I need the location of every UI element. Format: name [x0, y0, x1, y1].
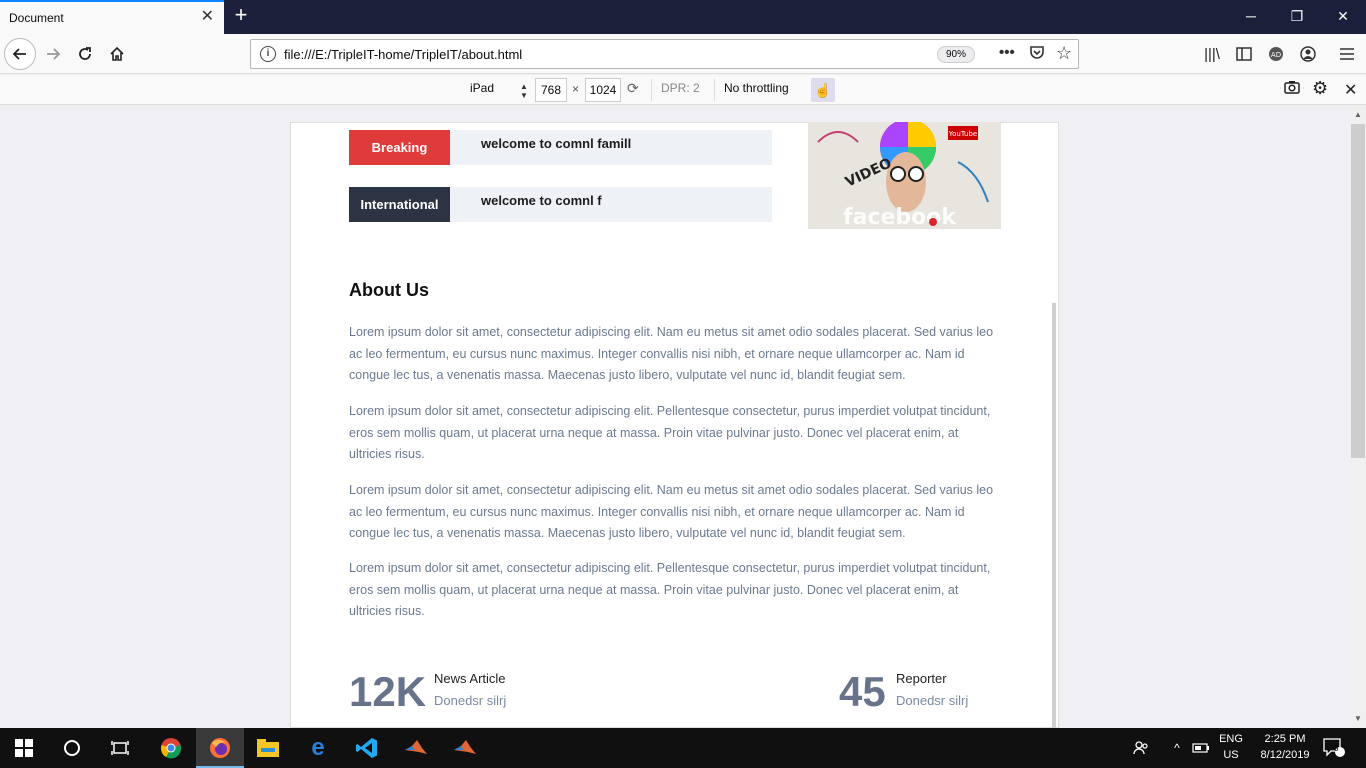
extension-icon[interactable]: AD — [1260, 38, 1292, 70]
back-button[interactable] — [4, 38, 36, 70]
news-headline[interactable]: welcome to comnl famill — [481, 136, 631, 151]
stat-number: 12K — [349, 668, 427, 715]
task-view-icon[interactable] — [106, 734, 134, 762]
news-headline[interactable]: welcome to comnl f — [481, 193, 602, 208]
people-icon[interactable] — [1127, 734, 1155, 762]
close-tab-icon[interactable]: ✕ — [201, 9, 214, 25]
news-tag-breaking: Breaking — [349, 130, 450, 165]
svg-text:YouTube: YouTube — [948, 130, 977, 138]
zoom-indicator[interactable]: 90% — [937, 46, 975, 63]
touch-simulation-icon[interactable]: ☝ — [811, 78, 835, 102]
collage-image: YouTube VIDEO facebook — [808, 122, 1001, 229]
home-icon — [110, 46, 124, 61]
notification-count: 3 — [1334, 744, 1339, 753]
minimize-button[interactable]: ─ — [1228, 0, 1274, 34]
close-window-button[interactable]: ✕ — [1320, 0, 1366, 34]
tab-title: Document — [9, 11, 64, 25]
new-tab-button[interactable]: + — [230, 4, 252, 28]
svg-text:AD: AD — [1271, 51, 1281, 59]
close-rdm-icon[interactable]: ✕ — [1344, 80, 1357, 100]
account-icon[interactable] — [1292, 38, 1324, 70]
url-bar[interactable]: i file:///E:/TripleIT-home/TripleIT/abou… — [250, 39, 1079, 69]
language-region[interactable]: US — [1216, 749, 1246, 761]
device-selector[interactable]: iPad — [470, 81, 494, 95]
responsive-design-toolbar: iPad ▲ ▼ 768 × 1024 ⟳ DPR: 2 No throttlin… — [0, 75, 1366, 105]
stat-label: Reporter — [896, 671, 947, 686]
language-indicator[interactable]: ENG — [1216, 733, 1246, 745]
scroll-down-icon[interactable]: ▼ — [1354, 714, 1362, 723]
news-ticker-international[interactable]: International welcome to comnl f — [349, 187, 772, 222]
edge-icon[interactable]: e — [304, 734, 332, 762]
page-actions-icon[interactable]: ••• — [999, 44, 1015, 61]
viewport-width-input[interactable]: 768 — [535, 78, 567, 102]
title-bar: Document ✕ + ─ ❐ ✕ — [0, 0, 1366, 34]
windows-taskbar: e ^ ENG US 2:25 PM 8/12/2019 3 — [0, 728, 1366, 768]
back-arrow-icon — [12, 48, 26, 60]
stat-label: News Article — [434, 671, 506, 686]
about-paragraph: Lorem ipsum dolor sit amet, consectetur … — [349, 404, 991, 461]
library-icon[interactable]: |||\ — [1196, 38, 1228, 70]
forward-button[interactable] — [37, 38, 69, 70]
news-ticker-breaking[interactable]: Breaking welcome to comnl famill — [349, 130, 772, 165]
sidebar-icon[interactable] — [1228, 38, 1260, 70]
battery-icon[interactable] — [1187, 734, 1215, 762]
about-paragraph: Lorem ipsum dolor sit amet, consectetur … — [349, 561, 991, 618]
chrome-icon[interactable] — [157, 734, 185, 762]
site-info-icon[interactable]: i — [260, 46, 276, 62]
about-title: About Us — [349, 280, 429, 300]
vscode-icon[interactable] — [353, 734, 381, 762]
windows-start-icon[interactable] — [10, 734, 38, 762]
url-text[interactable]: file:///E:/TripleIT-home/TripleIT/about.… — [284, 47, 522, 62]
stat-number: 45 — [839, 668, 886, 715]
screenshot-icon[interactable] — [1284, 80, 1300, 99]
throttling-selector[interactable]: No throttling — [724, 81, 789, 95]
menu-icon[interactable] — [1331, 38, 1363, 70]
about-paragraph: Lorem ipsum dolor sit amet, consectetur … — [349, 483, 994, 540]
browser-tab[interactable]: Document ✕ — [0, 0, 224, 34]
stat-subtitle: Donedsr silrj — [896, 693, 969, 708]
firefox-icon[interactable] — [206, 734, 234, 762]
separator — [651, 79, 652, 101]
viewport-height-input[interactable]: 1024 — [585, 78, 621, 102]
settings-gear-icon[interactable]: ⚙ — [1312, 78, 1328, 99]
home-button[interactable] — [101, 38, 133, 70]
separator — [714, 79, 715, 101]
matlab-icon[interactable] — [402, 734, 430, 762]
pocket-icon[interactable] — [1029, 44, 1045, 64]
device-chevron-icon: ▲ ▼ — [520, 82, 528, 100]
clock-time[interactable]: 2:25 PM — [1252, 733, 1318, 745]
page-scrollbar[interactable] — [1052, 303, 1056, 728]
about-paragraph: Lorem ipsum dolor sit amet, consectetur … — [349, 325, 994, 382]
reload-icon — [79, 47, 91, 60]
news-tag-international: International — [349, 187, 450, 222]
svg-text:facebook: facebook — [843, 205, 957, 229]
restore-button[interactable]: ❐ — [1274, 0, 1320, 34]
dimension-separator: × — [572, 82, 580, 96]
outer-scrollbar-thumb[interactable] — [1351, 124, 1365, 458]
bookmark-star-icon[interactable]: ☆ — [1056, 43, 1072, 64]
rotate-icon[interactable]: ⟳ — [627, 80, 639, 97]
forward-arrow-icon — [47, 48, 61, 60]
dpr-selector[interactable]: DPR: 2 — [661, 81, 700, 95]
search-circle-icon[interactable] — [58, 734, 86, 762]
stat-subtitle: Donedsr silrj — [434, 693, 507, 708]
notification-center-icon[interactable]: 3 — [1320, 734, 1348, 762]
navigation-toolbar: i file:///E:/TripleIT-home/TripleIT/abou… — [0, 34, 1366, 74]
file-explorer-icon[interactable] — [254, 734, 282, 762]
clock-date[interactable]: 8/12/2019 — [1252, 749, 1318, 761]
matlab-icon[interactable] — [451, 734, 479, 762]
scroll-up-icon[interactable]: ▲ — [1354, 110, 1362, 119]
reload-button[interactable] — [69, 38, 101, 70]
